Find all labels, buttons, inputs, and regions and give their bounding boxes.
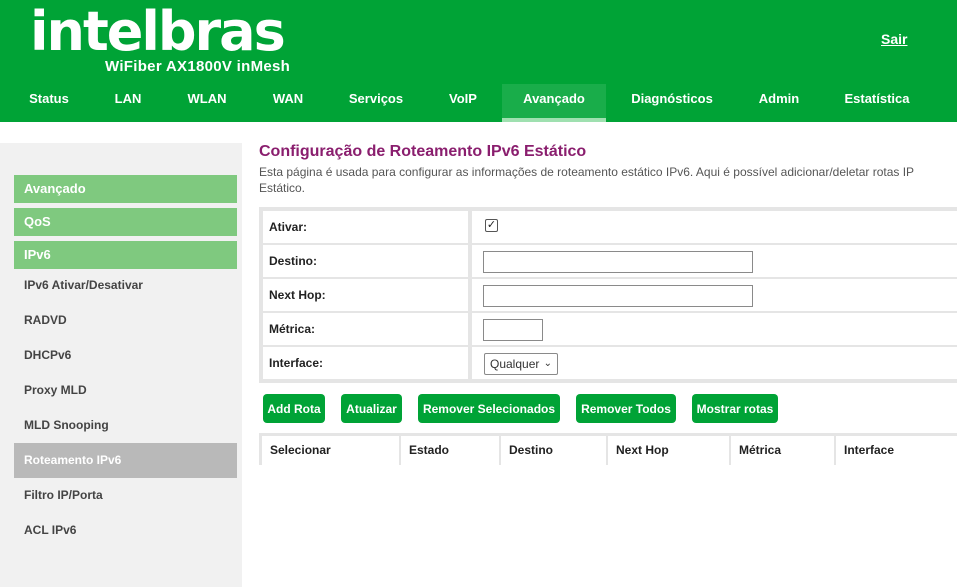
sidebar-item-radvd[interactable]: RADVD: [14, 303, 237, 338]
show-routes-button[interactable]: Mostrar rotas: [692, 394, 778, 423]
sidebar-section-avancado[interactable]: Avançado: [14, 175, 237, 203]
nexthop-input[interactable]: [483, 285, 753, 307]
sidebar-item-proxy-mld[interactable]: Proxy MLD: [14, 373, 237, 408]
device-model: WiFiber AX1800V inMesh: [105, 58, 291, 75]
tab-wlan[interactable]: WLAN: [172, 84, 242, 122]
ativar-checkbox[interactable]: ✓: [485, 219, 498, 232]
interface-label: Interface:: [263, 347, 468, 379]
tab-admin[interactable]: Admin: [742, 84, 816, 122]
sidebar-item-ipv6-ativar[interactable]: IPv6 Ativar/Desativar: [14, 268, 237, 303]
tab-lan[interactable]: LAN: [98, 84, 158, 122]
remove-all-button[interactable]: Remover Todos: [576, 394, 676, 423]
nexthop-label: Next Hop:: [263, 279, 468, 311]
tab-wan[interactable]: WAN: [256, 84, 320, 122]
tab-avancado[interactable]: Avançado: [502, 84, 606, 122]
chevron-down-icon: ⌄: [543, 358, 552, 369]
column-header-estado: Estado: [401, 436, 499, 465]
tab-servicos[interactable]: Serviços: [334, 84, 418, 122]
interface-select[interactable]: Qualquer ⌄: [484, 353, 558, 375]
sidebar-section-ipv6[interactable]: IPv6: [14, 241, 237, 269]
form-row-destino: Destino:: [263, 245, 957, 277]
form-row-nexthop: Next Hop:: [263, 279, 957, 311]
column-header-nexthop: Next Hop: [608, 436, 729, 465]
sidebar-item-mld-snooping[interactable]: MLD Snooping: [14, 408, 237, 443]
remove-selected-button[interactable]: Remover Selecionados: [418, 394, 560, 423]
sidebar-item-dhcpv6[interactable]: DHCPv6: [14, 338, 237, 373]
column-header-metrica: Métrica: [731, 436, 834, 465]
column-header-interface: Interface: [836, 436, 957, 465]
form-row-metrica: Métrica:: [263, 313, 957, 345]
routes-table: Selecionar Estado Destino Next Hop Métri…: [259, 433, 957, 465]
sidebar: Avançado QoS IPv6 IPv6 Ativar/Desativar …: [0, 143, 242, 587]
form-row-ativar: Ativar: ✓: [263, 211, 957, 243]
add-route-button[interactable]: Add Rota: [263, 394, 325, 423]
destino-input[interactable]: [483, 251, 753, 273]
metrica-input[interactable]: [483, 319, 543, 341]
route-form: Ativar: ✓ Destino: Next Hop: Métrica: In…: [259, 207, 957, 383]
sidebar-item-roteamento-ipv6[interactable]: Roteamento IPv6: [14, 443, 237, 478]
tab-voip[interactable]: VoIP: [432, 84, 494, 122]
column-header-destino: Destino: [501, 436, 606, 465]
logout-link[interactable]: Sair: [881, 31, 907, 47]
sidebar-item-acl-ipv6[interactable]: ACL IPv6: [14, 513, 237, 548]
sidebar-section-qos[interactable]: QoS: [14, 208, 237, 236]
column-header-selecionar: Selecionar: [262, 436, 399, 465]
ativar-label: Ativar:: [263, 211, 468, 243]
tab-diagnosticos[interactable]: Diagnósticos: [620, 84, 724, 122]
page-description: Esta página é usada para configurar as i…: [259, 165, 914, 195]
update-button[interactable]: Atualizar: [341, 394, 402, 423]
tab-status[interactable]: Status: [13, 84, 85, 122]
top-navigation: Status LAN WLAN WAN Serviços VoIP Avança…: [0, 84, 957, 122]
sidebar-item-filtro-ip-porta[interactable]: Filtro IP/Porta: [14, 478, 237, 513]
header-bar: intelbras WiFiber AX1800V inMesh Sair St…: [0, 0, 957, 122]
interface-select-value: Qualquer: [490, 357, 540, 371]
form-row-interface: Interface: Qualquer ⌄: [263, 347, 957, 379]
metrica-label: Métrica:: [263, 313, 468, 345]
destino-label: Destino:: [263, 245, 468, 277]
page-title: Configuração de Roteamento IPv6 Estático: [259, 143, 587, 160]
tab-estatistica[interactable]: Estatística: [832, 84, 922, 122]
brand-logo: intelbras: [30, 0, 286, 63]
